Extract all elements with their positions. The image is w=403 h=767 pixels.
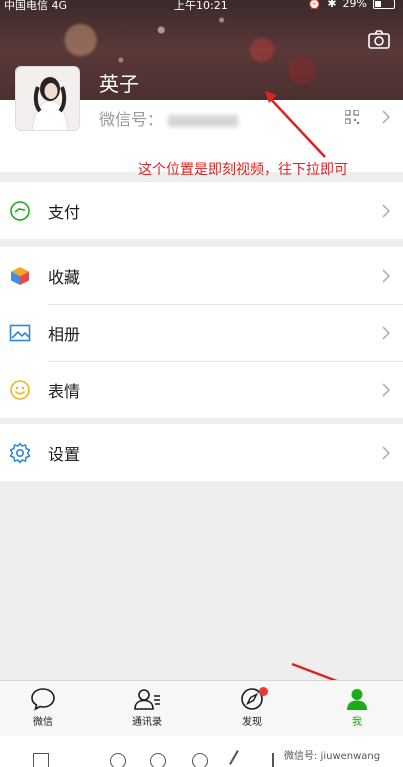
profile-name: 英子 [99, 72, 139, 96]
battery-icon [373, 0, 395, 9]
rotate-icon[interactable] [192, 753, 208, 767]
contacts-icon [134, 689, 160, 710]
bluetooth-icon: ✱ [327, 0, 337, 10]
menu-group-settings: 设置 [0, 424, 403, 481]
tab-label: 微信 [33, 717, 53, 728]
chat-bubble-icon [31, 688, 55, 711]
menu-item-favorites[interactable]: 收藏 [0, 247, 403, 304]
avatar[interactable] [15, 66, 80, 131]
menu-item-album[interactable]: 相册 [0, 304, 403, 361]
cube-icon [11, 267, 29, 285]
carrier-label: 中国电信 4G [4, 0, 68, 12]
chevron-right-icon [382, 326, 391, 340]
notification-dot [259, 687, 268, 696]
zoom-out-icon[interactable] [150, 753, 166, 767]
tab-label: 通讯录 [132, 717, 162, 728]
clock: 上午10:21 [174, 0, 228, 12]
battery-percent: 29% [342, 0, 367, 10]
chevron-right-icon [382, 110, 391, 124]
smiley-icon [10, 380, 30, 400]
status-right: ⏰ ✱ 29% [308, 0, 395, 10]
menu-item-settings[interactable]: 设置 [0, 424, 403, 481]
square-tool-icon[interactable] [33, 753, 49, 767]
menu-group-pay: 支付 [0, 182, 403, 239]
menu-item-label: 设置 [48, 445, 81, 464]
menu-item-pay[interactable]: 支付 [0, 182, 403, 239]
watermark: 微信号: jiuwenwang [284, 751, 381, 762]
status-bar: 中国电信 4G 上午10:21 ⏰ ✱ 29% [0, 0, 403, 14]
menu-group-media: 收藏 相册 表情 [0, 247, 403, 418]
tab-label: 发现 [242, 717, 262, 728]
gear-icon [9, 442, 31, 464]
menu-item-label: 相册 [48, 325, 81, 344]
image-icon [9, 324, 31, 342]
wallet-icon [10, 201, 30, 221]
wechat-id-blurred [168, 114, 239, 127]
tab-chats[interactable]: 微信 [8, 687, 78, 735]
chevron-right-icon [382, 269, 391, 283]
tab-me[interactable]: 我 [322, 687, 392, 735]
camera-icon[interactable] [367, 28, 391, 50]
chevron-right-icon [382, 446, 391, 460]
profile-card[interactable]: 微信号： 这个位置是即刻视频，往下拉即可 [0, 66, 403, 178]
qr-code-icon[interactable] [345, 110, 359, 124]
tab-bar: 微信 通讯录 发现 我 [0, 680, 403, 736]
menu-item-label: 收藏 [48, 268, 81, 287]
tab-discover[interactable]: 发现 [217, 687, 287, 735]
chevron-right-icon [382, 204, 391, 218]
tab-label: 我 [352, 717, 362, 728]
menu-item-label: 表情 [48, 382, 81, 401]
wechat-id: 微信号： [99, 106, 239, 130]
pen-icon[interactable] [229, 750, 251, 767]
chevron-right-icon [382, 383, 391, 397]
menu-item-stickers[interactable]: 表情 [0, 361, 403, 418]
zoom-in-icon[interactable] [110, 753, 126, 767]
person-icon [347, 689, 367, 710]
menu-item-label: 支付 [48, 203, 81, 222]
bottom-toolbar: 微信号: jiuwenwang [0, 736, 403, 767]
annotation-arrow [265, 91, 326, 158]
alarm-icon: ⏰ [307, 0, 322, 10]
tab-contacts[interactable]: 通讯录 [112, 687, 182, 735]
wechat-id-label: 微信号： [99, 110, 164, 129]
